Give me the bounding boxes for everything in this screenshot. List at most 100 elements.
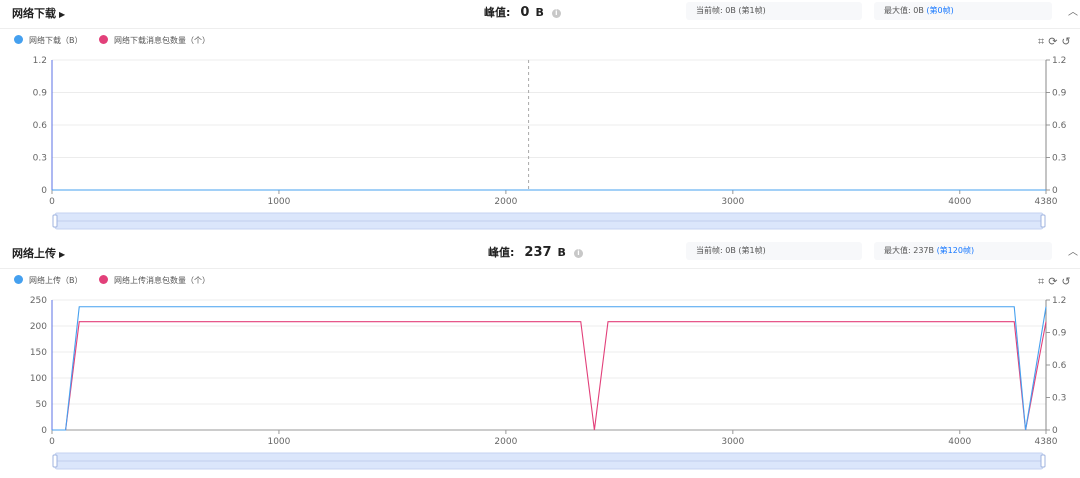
panel-title-toggle[interactable]: 网络上传 ▶ (12, 245, 65, 261)
panel-header: 网络下载 ▶ 峰值: 0 Bi 当前帧: 0B (第1帧) 最大值: 0B (第0帧)… (0, 0, 1080, 26)
max-frame-link[interactable]: (第0帧) (926, 6, 953, 15)
y-tick-label-right: 0 (1052, 426, 1058, 436)
peak-unit: B (557, 246, 566, 259)
peak-label: 峰值: (484, 6, 511, 19)
peak-indicator: 峰值: 0 Bi (484, 4, 561, 20)
chevron-up-icon[interactable]: ︿ (1068, 3, 1078, 18)
panel-title-toggle[interactable]: 网络下载 ▶ (12, 5, 65, 21)
legend-dot (99, 35, 109, 44)
series-line-bytes (52, 306, 1047, 431)
legend-label: 网络下载（B） (29, 36, 83, 45)
max-value: 0B (913, 6, 924, 15)
y-tick-label-left: 250 (30, 296, 47, 306)
zoom-slider-handle-right (1040, 454, 1046, 468)
legend-dot (14, 275, 23, 284)
peak-value: 237 (524, 245, 552, 260)
current-label: 当前帧: (696, 6, 723, 15)
y-tick-label-left: 0.6 (33, 121, 48, 131)
x-tick-label: 0 (49, 197, 55, 207)
x-tick-label: 2000 (494, 197, 517, 207)
x-tick-label: 1000 (267, 197, 290, 207)
max-value-stat: 最大值: 237B (第120帧) (874, 242, 1052, 260)
zoom-slider-handle-right (1040, 214, 1046, 228)
refresh-icon[interactable]: ⟳ (1048, 275, 1057, 288)
zoom-slider-handle-left (52, 454, 58, 468)
y-tick-label-right: 1.2 (1052, 56, 1066, 66)
max-label: 最大值: (884, 246, 911, 255)
y-tick-label-right: 0 (1052, 186, 1058, 196)
y-tick-label-right: 0.3 (1052, 394, 1066, 404)
chart-toolbar: ⌗ ⟳ ↺ (1038, 35, 1075, 49)
panel-header: 网络上传 ▶ 峰值: 237 Bi 当前帧: 0B (第1帧) 最大值: 237B (… (0, 240, 1080, 266)
x-tick-label: 3000 (721, 197, 744, 207)
zoom-slider-handle-left (52, 214, 58, 228)
x-tick-label: 4380 (1035, 197, 1058, 207)
current-value: 0B (第1帧) (725, 246, 766, 255)
peak-indicator: 峰值: 237 Bi (488, 244, 583, 260)
y-tick-label-right: 0.6 (1052, 121, 1067, 131)
y-tick-label-left: 1.2 (33, 56, 47, 66)
y-tick-label-right: 0.3 (1052, 154, 1066, 164)
y-tick-label-left: 0.9 (33, 89, 48, 99)
crop-icon[interactable]: ⌗ (1038, 275, 1044, 288)
x-tick-label: 4380 (1035, 437, 1058, 447)
y-tick-label-left: 50 (36, 400, 48, 410)
header-divider (0, 268, 1080, 269)
refresh-icon[interactable]: ⟳ (1048, 35, 1057, 48)
chart-legend: 网络下载（B） 网络下载消息包数量（个） (14, 35, 224, 46)
x-tick-label: 3000 (721, 437, 744, 447)
y-tick-label-left: 0 (41, 426, 47, 436)
network-upload-chart[interactable]: 0 50 100 150 200 250 0 0.3 0.6 0.9 1.2 0 1000 2000 300… (0, 290, 1080, 476)
network-download-panel: 网络下载 ▶ 峰值: 0 Bi 当前帧: 0B (第1帧) 最大值: 0B (第0帧)… (0, 0, 1080, 238)
y-tick-label-right: 0.9 (1052, 329, 1067, 339)
panel-title: 网络下载 (12, 7, 56, 20)
network-download-chart[interactable]: 0 0.3 0.6 0.9 1.2 0 0.3 0.6 0.9 1.2 0 1000 2000 3000 4… (0, 50, 1080, 236)
y-tick-label-right: 1.2 (1052, 296, 1066, 306)
max-value-stat: 最大值: 0B (第0帧) (874, 2, 1052, 20)
caret-right-icon: ▶ (59, 250, 66, 259)
restore-icon[interactable]: ↺ (1061, 35, 1070, 48)
current-frame-stat: 当前帧: 0B (第1帧) (686, 2, 862, 20)
y-tick-label-left: 200 (30, 322, 47, 332)
legend-label: 网络上传（B） (29, 276, 83, 285)
header-divider (0, 28, 1080, 29)
y-tick-label-left: 150 (30, 348, 47, 358)
max-value: 237B (913, 246, 935, 255)
legend-dot (14, 35, 23, 44)
chart-legend: 网络上传（B） 网络上传消息包数量（个） (14, 275, 224, 286)
max-label: 最大值: (884, 6, 911, 15)
info-circle-icon[interactable]: i (551, 9, 561, 18)
peak-unit: B (535, 6, 544, 19)
chart-toolbar: ⌗ ⟳ ↺ (1038, 275, 1075, 289)
legend-item-bytes[interactable]: 网络下载（B） (14, 35, 83, 46)
current-frame-stat: 当前帧: 0B (第1帧) (686, 242, 862, 260)
x-tick-label: 4000 (948, 437, 971, 447)
crop-icon[interactable]: ⌗ (1038, 35, 1044, 48)
current-label: 当前帧: (696, 246, 723, 255)
y-tick-label-left: 100 (30, 374, 47, 384)
legend-item-packets[interactable]: 网络上传消息包数量（个） (99, 275, 210, 286)
peak-value: 0 (520, 5, 530, 20)
caret-right-icon: ▶ (59, 10, 66, 19)
panel-title: 网络上传 (12, 247, 56, 260)
series-line-packets (52, 321, 1047, 431)
chevron-up-icon[interactable]: ︿ (1068, 243, 1078, 258)
network-upload-panel: 网络上传 ▶ 峰值: 237 Bi 当前帧: 0B (第1帧) 最大值: 237B (… (0, 240, 1080, 478)
y-tick-label-left: 0 (41, 186, 47, 196)
legend-label: 网络上传消息包数量（个） (114, 276, 211, 285)
y-tick-label-right: 0.9 (1052, 89, 1067, 99)
legend-item-bytes[interactable]: 网络上传（B） (14, 275, 83, 286)
peak-label: 峰值: (488, 246, 515, 259)
y-tick-label-left: 0.3 (33, 154, 47, 164)
restore-icon[interactable]: ↺ (1061, 275, 1070, 288)
legend-item-packets[interactable]: 网络下载消息包数量（个） (99, 35, 210, 46)
legend-label: 网络下载消息包数量（个） (114, 36, 211, 45)
x-tick-label: 1000 (267, 437, 290, 447)
info-circle-icon[interactable]: i (573, 249, 583, 258)
y-tick-label-right: 0.6 (1052, 361, 1067, 371)
x-tick-label: 2000 (494, 437, 517, 447)
x-tick-label: 4000 (948, 197, 971, 207)
x-tick-label: 0 (49, 437, 55, 447)
max-frame-link[interactable]: (第120帧) (937, 246, 975, 255)
legend-dot (99, 275, 109, 284)
